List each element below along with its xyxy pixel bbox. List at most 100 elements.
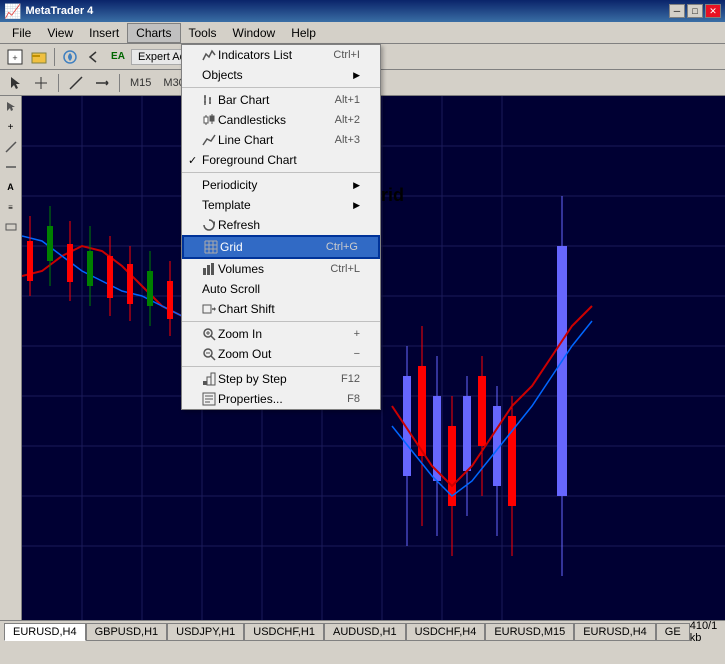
bar-chart-icon bbox=[202, 93, 216, 107]
bar-chart-label: Bar Chart bbox=[218, 93, 269, 107]
indicators-list-label: Indicators List bbox=[218, 48, 292, 62]
tool-hline[interactable] bbox=[2, 158, 20, 176]
menu-bar-chart[interactable]: Bar Chart Alt+1 bbox=[182, 90, 380, 110]
tab-gbpusd-h1[interactable]: GBPUSD,H1 bbox=[86, 623, 168, 641]
volumes-label: Volumes bbox=[218, 262, 264, 276]
app-icon: 📈 bbox=[4, 3, 21, 20]
toolbar2-sep-2 bbox=[119, 74, 120, 92]
volumes-shortcut: Ctrl+L bbox=[330, 263, 360, 275]
menu-candlesticks[interactable]: Candlesticks Alt+2 bbox=[182, 110, 380, 130]
menu-divider-4 bbox=[182, 366, 380, 367]
title-bar: 📈 MetaTrader 4 ─ □ ✕ bbox=[0, 0, 725, 22]
connect-button[interactable] bbox=[59, 46, 81, 68]
crosshair-tool[interactable] bbox=[30, 72, 52, 94]
candlesticks-icon bbox=[202, 113, 216, 127]
toolbar-sep-1 bbox=[54, 48, 55, 66]
line-chart-label: Line Chart bbox=[218, 133, 273, 147]
tool-rect[interactable] bbox=[2, 218, 20, 236]
tool-crosshair[interactable]: + bbox=[2, 118, 20, 136]
grid-shortcut: Ctrl+G bbox=[326, 241, 358, 253]
menu-periodicity[interactable]: Periodicity ▶ bbox=[182, 175, 380, 195]
menu-indicators-list[interactable]: Indicators List Ctrl+I bbox=[182, 45, 380, 65]
timeframe-m15[interactable]: M15 bbox=[126, 76, 155, 90]
menu-window[interactable]: Window bbox=[225, 23, 284, 43]
menu-refresh[interactable]: Refresh bbox=[182, 215, 380, 235]
cursor-tool[interactable] bbox=[4, 72, 26, 94]
menu-zoom-in[interactable]: Zoom In + bbox=[182, 324, 380, 344]
menu-bar: File View Insert Charts Tools Window Hel… bbox=[0, 22, 725, 44]
properties-shortcut: F8 bbox=[347, 393, 360, 405]
menu-auto-scroll[interactable]: Auto Scroll bbox=[182, 279, 380, 299]
foreground-chart-label: Foreground Chart bbox=[202, 153, 297, 167]
foreground-check: ✓ bbox=[188, 154, 197, 167]
objects-arrow: ▶ bbox=[353, 70, 360, 81]
close-button[interactable]: ✕ bbox=[705, 4, 721, 18]
title-bar-buttons: ─ □ ✕ bbox=[669, 4, 721, 18]
draw-ray-tool[interactable] bbox=[91, 72, 113, 94]
menu-divider-2 bbox=[182, 172, 380, 173]
periodicity-label: Periodicity bbox=[202, 178, 257, 192]
zoom-out-shortcut: − bbox=[354, 348, 360, 360]
toolbar2-sep-1 bbox=[58, 74, 59, 92]
auto-scroll-label: Auto Scroll bbox=[202, 282, 260, 296]
chart-shift-label: Chart Shift bbox=[218, 302, 275, 316]
step-by-step-label: Step by Step bbox=[218, 372, 287, 386]
menu-properties[interactable]: Properties... F8 bbox=[182, 389, 380, 409]
menu-view[interactable]: View bbox=[39, 23, 81, 43]
charts-dropdown-menu: Indicators List Ctrl+I Objects ▶ Bar Cha… bbox=[181, 44, 381, 410]
menu-help[interactable]: Help bbox=[283, 23, 324, 43]
properties-label: Properties... bbox=[218, 392, 283, 406]
title-bar-left: 📈 MetaTrader 4 bbox=[4, 3, 93, 20]
maximize-button[interactable]: □ bbox=[687, 4, 703, 18]
new-chart-button[interactable]: + bbox=[4, 46, 26, 68]
tool-line[interactable] bbox=[2, 138, 20, 156]
tool-text[interactable]: A bbox=[2, 178, 20, 196]
expert-advisors-button[interactable]: EA bbox=[107, 46, 129, 68]
objects-label: Objects bbox=[202, 68, 243, 82]
back-button[interactable] bbox=[83, 46, 105, 68]
menu-step-by-step[interactable]: Step by Step F12 bbox=[182, 369, 380, 389]
step-by-step-shortcut: F12 bbox=[341, 373, 360, 385]
zoom-out-label: Zoom Out bbox=[218, 347, 271, 361]
tab-usdchf-h1[interactable]: USDCHF,H1 bbox=[244, 623, 324, 641]
tab-usdchf-h4[interactable]: USDCHF,H4 bbox=[406, 623, 486, 641]
open-button[interactable] bbox=[28, 46, 50, 68]
draw-line-tool[interactable] bbox=[65, 72, 87, 94]
tab-audusd-h1[interactable]: AUDUSD,H1 bbox=[324, 623, 406, 641]
zoom-in-label: Zoom In bbox=[218, 327, 262, 341]
refresh-icon bbox=[202, 218, 216, 232]
tool-cursor[interactable] bbox=[2, 98, 20, 116]
volumes-icon bbox=[202, 262, 216, 276]
tab-usdjpy-h1[interactable]: USDJPY,H1 bbox=[167, 623, 244, 641]
tab-eurusd-h4-2[interactable]: EURUSD,H4 bbox=[574, 623, 656, 641]
zoom-in-shortcut: + bbox=[354, 328, 360, 340]
menu-zoom-out[interactable]: Zoom Out − bbox=[182, 344, 380, 364]
menu-charts[interactable]: Charts bbox=[127, 23, 180, 43]
menu-insert[interactable]: Insert bbox=[81, 23, 127, 43]
tab-eurusd-m15[interactable]: EURUSD,M15 bbox=[485, 623, 574, 641]
menu-chart-shift[interactable]: Chart Shift bbox=[182, 299, 380, 319]
svg-text:+: + bbox=[12, 53, 17, 63]
menu-divider-1 bbox=[182, 87, 380, 88]
status-bar: EURUSD,H4 GBPUSD,H1 USDJPY,H1 USDCHF,H1 … bbox=[0, 620, 725, 642]
grid-icon bbox=[204, 240, 218, 254]
zoom-out-menu-icon bbox=[202, 347, 216, 361]
chart-shift-icon bbox=[202, 302, 216, 316]
menu-file[interactable]: File bbox=[4, 23, 39, 43]
menu-grid[interactable]: Grid Ctrl+G bbox=[182, 235, 380, 259]
menu-template[interactable]: Template ▶ bbox=[182, 195, 380, 215]
tab-eurusd-h4-1[interactable]: EURUSD,H4 bbox=[4, 623, 86, 641]
menu-volumes[interactable]: Volumes Ctrl+L bbox=[182, 259, 380, 279]
menu-objects[interactable]: Objects ▶ bbox=[182, 65, 380, 85]
app-title: MetaTrader 4 bbox=[25, 5, 93, 17]
tool-fib[interactable]: ≡ bbox=[2, 198, 20, 216]
minimize-button[interactable]: ─ bbox=[669, 4, 685, 18]
menu-foreground-chart[interactable]: ✓ Foreground Chart bbox=[182, 150, 380, 170]
periodicity-arrow: ▶ bbox=[353, 180, 360, 191]
zoom-in-menu-icon bbox=[202, 327, 216, 341]
indicators-list-shortcut: Ctrl+I bbox=[333, 49, 360, 61]
menu-tools[interactable]: Tools bbox=[181, 23, 225, 43]
tab-ge[interactable]: GE bbox=[656, 623, 690, 641]
left-tools-panel: + A ≡ bbox=[0, 96, 22, 620]
menu-line-chart[interactable]: Line Chart Alt+3 bbox=[182, 130, 380, 150]
